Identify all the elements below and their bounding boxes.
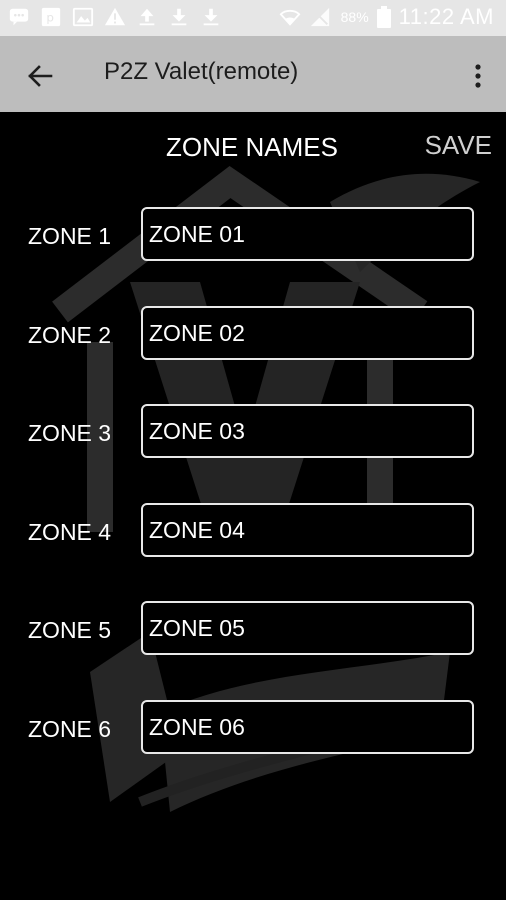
zone-label: ZONE 1 (28, 223, 112, 249)
battery-icon (376, 6, 391, 28)
zone-row-5: ZONE 5 (0, 601, 506, 659)
download-icon (203, 8, 219, 26)
zone-row-3: ZONE 3 (0, 404, 506, 462)
status-bar: p 88% 11:22 AM (0, 0, 506, 36)
more-options-button[interactable] (464, 56, 492, 96)
zone-label: ZONE 2 (28, 322, 112, 348)
zone-label: ZONE 3 (28, 420, 112, 446)
zone-1-name-input[interactable] (141, 207, 474, 261)
zone-row-2: ZONE 2 (0, 306, 506, 364)
wifi-icon (279, 9, 301, 26)
battery-percent: 88% (340, 9, 369, 25)
app-bar: P2Z Valet(remote) (0, 36, 506, 112)
zone-row-4: ZONE 4 (0, 503, 506, 561)
zone-row-1: ZONE 1 (0, 207, 506, 265)
notification-icons: p (8, 6, 222, 28)
arrow-left-icon (28, 65, 53, 87)
zone-5-name-input[interactable] (141, 601, 474, 655)
more-vert-icon (475, 64, 481, 88)
zone-label: ZONE 4 (28, 519, 112, 545)
zone-4-name-input[interactable] (141, 503, 474, 557)
download-icon (171, 8, 187, 26)
photo-icon: p (41, 7, 61, 27)
message-icon (9, 8, 29, 26)
zone-6-name-input[interactable] (141, 700, 474, 754)
system-status: 88% 11:22 AM (279, 4, 494, 30)
upload-icon (139, 8, 155, 26)
app-title: P2Z Valet(remote) (104, 58, 299, 85)
zone-label: ZONE 5 (28, 617, 112, 643)
zone-2-name-input[interactable] (141, 306, 474, 360)
warning-icon (104, 7, 126, 26)
zone-3-name-input[interactable] (141, 404, 474, 458)
gallery-icon (72, 7, 94, 27)
zone-label: ZONE 6 (28, 716, 112, 742)
svg-text:p: p (46, 11, 54, 25)
save-button[interactable]: SAVE (425, 130, 492, 161)
clock: 11:22 AM (398, 4, 494, 29)
back-button[interactable] (20, 56, 60, 96)
zone-row-6: ZONE 6 (0, 700, 506, 758)
signal-icon (310, 7, 329, 27)
app-screen: p 88% 11:22 AM P2Z Valet(remote) ZONE NA… (0, 0, 506, 900)
zone-names-title: ZONE NAMES (166, 132, 338, 162)
